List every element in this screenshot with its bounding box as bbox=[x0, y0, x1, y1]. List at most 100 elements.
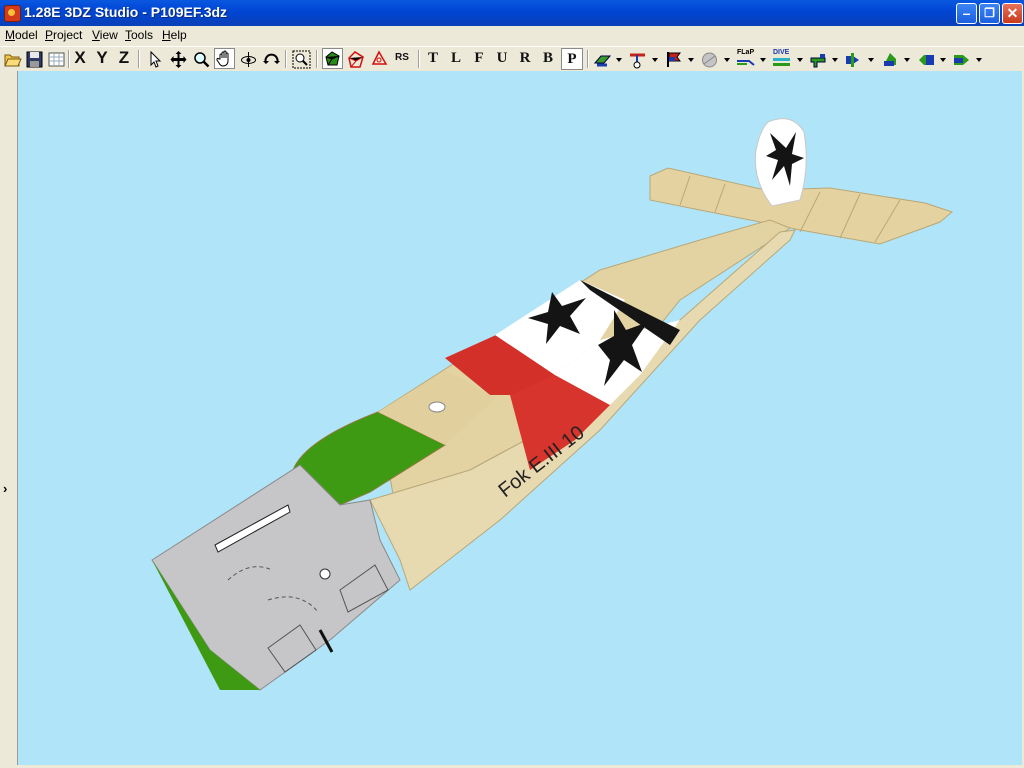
move-button[interactable] bbox=[168, 49, 189, 70]
solid-shape-icon bbox=[325, 51, 340, 66]
cowl-fastener bbox=[319, 568, 331, 580]
axis-z-button[interactable]: Z bbox=[114, 48, 134, 68]
restore-icon: ❐ bbox=[984, 6, 995, 20]
rotate-icon bbox=[263, 53, 280, 64]
outline-shape-icon bbox=[371, 50, 388, 65]
zoom-extents-button[interactable] bbox=[291, 49, 312, 70]
flap-icon bbox=[737, 60, 755, 66]
toolbar-separator bbox=[316, 50, 318, 68]
view-perspective-button[interactable]: P bbox=[561, 48, 583, 70]
menu-model-mnemonic: M bbox=[5, 28, 15, 42]
landing-gear-button[interactable] bbox=[627, 49, 648, 70]
outline-button[interactable] bbox=[369, 49, 390, 70]
menu-tools[interactable]: Tools bbox=[125, 28, 153, 42]
view-left-button[interactable]: L bbox=[446, 48, 466, 68]
pan-button[interactable] bbox=[214, 48, 235, 69]
propeller-button[interactable] bbox=[699, 49, 720, 70]
menu-help-mnemonic: H bbox=[162, 28, 171, 42]
chevron-right-icon[interactable]: › bbox=[3, 481, 7, 496]
view-right-button[interactable]: R bbox=[515, 48, 535, 68]
cockpit-button[interactable] bbox=[808, 49, 829, 70]
menu-help[interactable]: Help bbox=[162, 28, 187, 42]
nose-cone-button[interactable] bbox=[843, 49, 864, 70]
tail-cone-button[interactable] bbox=[916, 49, 937, 70]
orbit-icon bbox=[241, 52, 256, 67]
tail-cone-dropdown[interactable] bbox=[940, 58, 947, 62]
axis-x-button[interactable]: X bbox=[70, 48, 90, 68]
nose-cone-icon bbox=[846, 53, 859, 67]
landing-gear-icon bbox=[630, 53, 645, 69]
view-top-button[interactable]: T bbox=[423, 48, 443, 68]
view-front-button[interactable]: F bbox=[469, 48, 489, 68]
rotate-button[interactable] bbox=[261, 49, 282, 70]
zoom-button[interactable] bbox=[191, 49, 212, 70]
maximize-button[interactable]: ❐ bbox=[979, 3, 1000, 24]
arrow-cursor-icon bbox=[150, 50, 162, 68]
minimize-button[interactable]: – bbox=[956, 3, 977, 24]
menu-view-mnemonic: V bbox=[92, 28, 100, 42]
dive-brake-dropdown[interactable] bbox=[797, 58, 804, 62]
tail-flag-dropdown[interactable] bbox=[688, 58, 695, 62]
fuselage-section-dropdown[interactable] bbox=[976, 58, 983, 62]
surface-tool-dropdown[interactable] bbox=[616, 58, 623, 62]
wing-root-button[interactable] bbox=[880, 49, 901, 70]
window-title: 1.28E 3DZ Studio - P109EF.3dz bbox=[24, 4, 228, 20]
menu-help-label: elp bbox=[170, 28, 187, 42]
main-toolbar: X Y Z RS T L F U R B P FLaP DIVE bbox=[0, 46, 1024, 72]
orbit-button[interactable] bbox=[238, 49, 259, 70]
menu-model[interactable]: Model bbox=[5, 28, 38, 42]
open-button[interactable] bbox=[2, 49, 23, 70]
cockpit-dropdown[interactable] bbox=[832, 58, 839, 62]
view-under-button[interactable]: U bbox=[492, 48, 512, 68]
toolbar-separator bbox=[138, 50, 140, 68]
close-icon: ✕ bbox=[1006, 5, 1019, 21]
view-back-button[interactable]: B bbox=[538, 48, 558, 68]
fuel-cap bbox=[428, 401, 446, 413]
grid-button[interactable] bbox=[46, 49, 67, 70]
menu-bar: Model Project View Tools Help bbox=[0, 26, 1024, 45]
toolbar-separator bbox=[587, 50, 589, 68]
cockpit-icon bbox=[810, 54, 826, 68]
tail-cone-icon bbox=[919, 55, 934, 65]
menu-project-mnemonic: P bbox=[45, 28, 54, 42]
solid-shading-button[interactable] bbox=[322, 48, 343, 69]
wireframe-button[interactable] bbox=[346, 49, 367, 70]
floppy-icon bbox=[26, 51, 43, 68]
surface-tool-button[interactable] bbox=[592, 49, 613, 70]
title-bar[interactable]: 1.28E 3DZ Studio - P109EF.3dz – ❐ ✕ bbox=[0, 0, 1024, 26]
flag-icon bbox=[667, 52, 681, 67]
wing-root-icon bbox=[884, 53, 896, 66]
nose-cone-dropdown[interactable] bbox=[868, 58, 875, 62]
dive-brake-icon bbox=[773, 58, 790, 66]
folder-open-icon bbox=[4, 54, 22, 67]
app-window: 1.28E 3DZ Studio - P109EF.3dz – ❐ ✕ Mode… bbox=[0, 0, 1024, 768]
fuselage-section-icon bbox=[954, 55, 969, 65]
menu-view-label: iew bbox=[99, 28, 118, 42]
close-button[interactable]: ✕ bbox=[1002, 3, 1023, 24]
menu-project-label: roject bbox=[53, 28, 83, 42]
propeller-dropdown[interactable] bbox=[724, 58, 731, 62]
menu-project[interactable]: Project bbox=[45, 28, 82, 42]
flap-dropdown[interactable] bbox=[760, 58, 767, 62]
menu-view[interactable]: View bbox=[92, 28, 118, 42]
aircraft-model[interactable]: Fok E.III 10 bbox=[18, 71, 1022, 765]
3d-viewport[interactable]: Fok E.III 10 bbox=[18, 71, 1024, 765]
select-button[interactable] bbox=[144, 49, 165, 70]
dive-brake-button[interactable]: DIVE bbox=[771, 49, 792, 70]
wing-root-dropdown[interactable] bbox=[904, 58, 911, 62]
collapsed-side-panel[interactable]: › bbox=[0, 71, 18, 768]
grid-icon bbox=[48, 52, 65, 67]
axis-y-button[interactable]: Y bbox=[92, 48, 112, 68]
app-icon[interactable] bbox=[4, 5, 21, 22]
rs-button[interactable]: RS bbox=[392, 48, 412, 68]
landing-gear-dropdown[interactable] bbox=[652, 58, 659, 62]
flap-button[interactable]: FLaP bbox=[735, 49, 756, 70]
fuselage-section-button[interactable] bbox=[951, 49, 972, 70]
zoom-extents-icon bbox=[292, 50, 311, 69]
save-button[interactable] bbox=[24, 49, 45, 70]
surface-icon bbox=[593, 55, 612, 67]
tail-flag-button[interactable] bbox=[664, 49, 685, 70]
spinner-disc-icon bbox=[702, 52, 717, 68]
minimize-icon: – bbox=[962, 5, 971, 21]
toolbar-separator bbox=[285, 50, 287, 68]
